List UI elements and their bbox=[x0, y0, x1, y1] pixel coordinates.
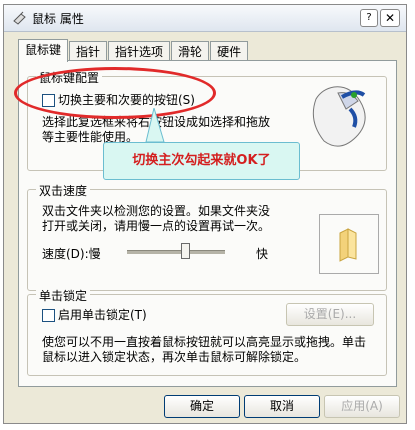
click-lock-settings-button[interactable]: 设置(E)... bbox=[286, 303, 374, 326]
help-button[interactable]: ? bbox=[360, 9, 378, 27]
apply-button[interactable]: 应用(A) bbox=[324, 395, 400, 418]
double-click-speed-slider[interactable] bbox=[181, 243, 191, 259]
window-title: 鼠标 属性 bbox=[32, 12, 84, 26]
mouse-illustration-icon bbox=[312, 86, 366, 147]
mouse-icon bbox=[13, 11, 26, 25]
tab-strip: 鼠标键 指针 指针选项 滑轮 硬件 bbox=[18, 39, 249, 62]
double-click-legend: 双击速度 bbox=[36, 182, 91, 199]
tab-pointers[interactable]: 指针 bbox=[69, 41, 108, 62]
annotation-pointer-icon bbox=[145, 108, 165, 143]
click-lock-label[interactable]: 启用单击锁定(T) bbox=[58, 306, 147, 323]
cancel-button[interactable]: 取消 bbox=[244, 395, 320, 418]
tab-wheel[interactable]: 滑轮 bbox=[171, 41, 210, 62]
double-click-desc-2: 打开或关闭，请用慢一点的设置再试一次。 bbox=[42, 219, 271, 233]
double-click-speed-track[interactable] bbox=[127, 250, 225, 254]
close-button[interactable]: ✕ bbox=[380, 9, 400, 27]
fast-label: 快 bbox=[256, 247, 269, 261]
click-lock-legend: 单击锁定 bbox=[36, 287, 91, 304]
click-lock-desc-2: 鼠标以进入锁定状态，再次单击鼠标可解除锁定。 bbox=[42, 350, 307, 364]
tab-pointer-options[interactable]: 指针选项 bbox=[108, 41, 171, 62]
speed-label: 速度(D):慢 bbox=[42, 247, 101, 261]
tab-buttons[interactable]: 鼠标键 bbox=[18, 39, 69, 62]
tab-hardware[interactable]: 硬件 bbox=[210, 41, 249, 62]
folder-icon[interactable] bbox=[320, 215, 378, 273]
click-lock-checkbox[interactable] bbox=[42, 309, 55, 322]
mouse-properties-dialog: 鼠标 属性 ? ✕ 鼠标键 指针 指针选项 滑轮 硬件 鼠标键配置 切换主要和次… bbox=[3, 4, 407, 424]
test-folder-area[interactable] bbox=[319, 214, 379, 274]
annotation-ellipse bbox=[14, 67, 216, 119]
click-lock-group: 单击锁定 启用单击锁定(T) 设置(E)... 使您可以不用一直按着鼠标按钮就可… bbox=[27, 287, 387, 376]
title-bar: 鼠标 属性 ? ✕ bbox=[4, 5, 406, 32]
ok-button[interactable]: 确定 bbox=[164, 395, 240, 418]
annotation-callout: 切换主次勾起来就OK了 bbox=[103, 142, 300, 180]
